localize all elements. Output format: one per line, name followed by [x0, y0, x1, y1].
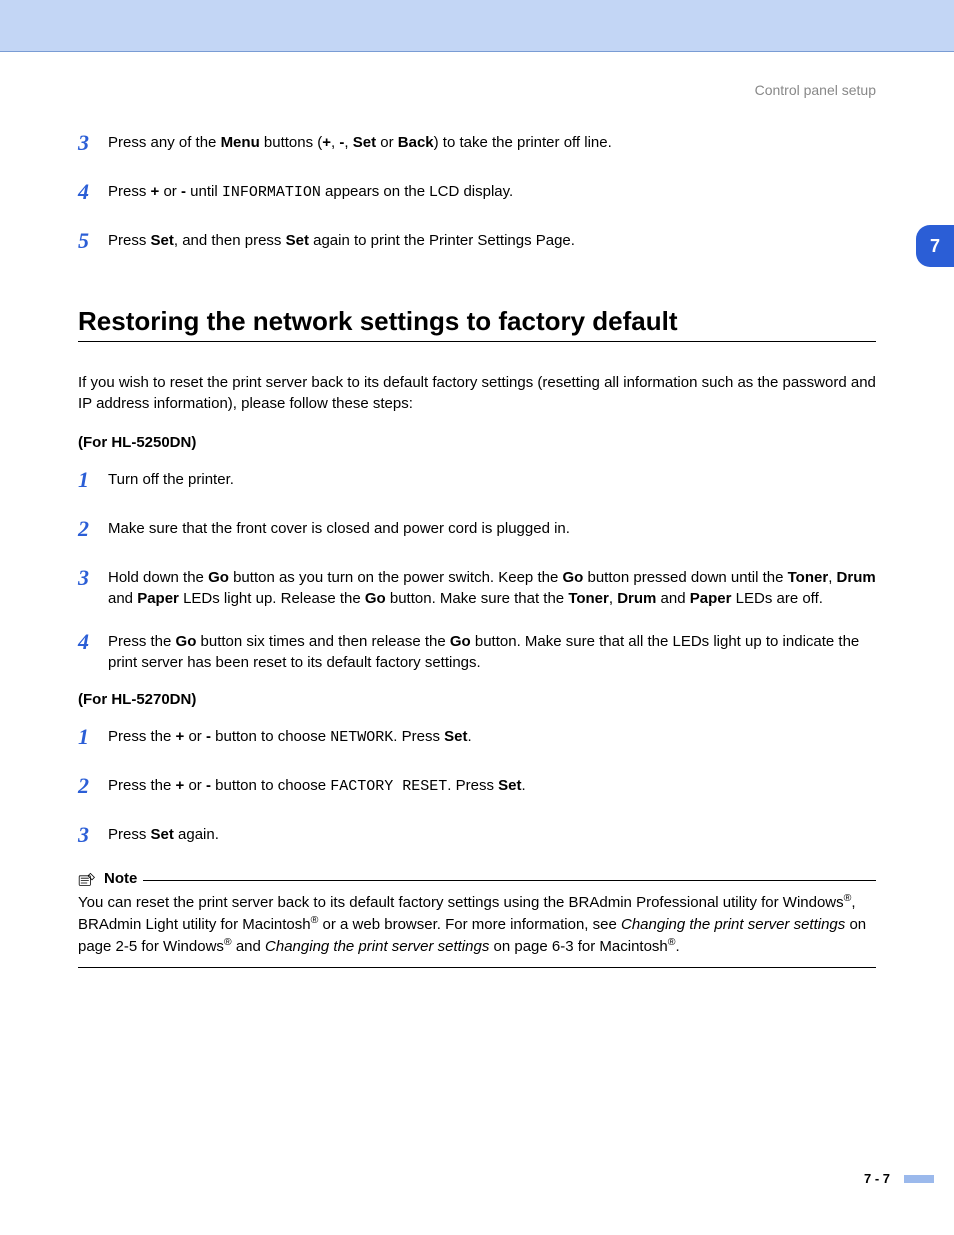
step-number: 5 — [78, 226, 108, 257]
subhead-5250: (For HL-5250DN) — [78, 434, 876, 451]
page-footer: 7 - 7 — [0, 1170, 954, 1187]
note-rule — [143, 880, 876, 881]
step-text: Press + or - until INFORMATION appears o… — [108, 177, 513, 208]
step-text: Make sure that the front cover is closed… — [108, 514, 570, 545]
step-number: 2 — [78, 771, 108, 802]
note-icon — [78, 871, 98, 887]
chapter-tab: 7 — [916, 225, 954, 267]
intro-paragraph: If you wish to reset the print server ba… — [78, 372, 876, 414]
step-item: 3Press Set again. — [78, 820, 876, 851]
note-box: Note You can reset the print server back… — [78, 870, 876, 968]
step-text: Press the + or - button to choose FACTOR… — [108, 771, 526, 802]
step-text: Press Set again. — [108, 820, 219, 851]
step-item: 5Press Set, and then press Set again to … — [78, 226, 876, 257]
page-number: 7 - 7 — [864, 1171, 904, 1186]
step-number: 2 — [78, 514, 108, 545]
step-text: Press the Go button six times and then r… — [108, 627, 876, 673]
step-item: 2Make sure that the front cover is close… — [78, 514, 876, 545]
section-heading: Restoring the network settings to factor… — [78, 306, 876, 342]
step-number: 3 — [78, 128, 108, 159]
step-text: Turn off the printer. — [108, 465, 234, 496]
footer-accent — [904, 1175, 934, 1183]
top-steps: 3Press any of the Menu buttons (+, -, Se… — [78, 128, 876, 256]
step-item: 1Press the + or - button to choose NETWO… — [78, 722, 876, 753]
note-body: You can reset the print server back to i… — [78, 891, 876, 957]
step-number: 3 — [78, 820, 108, 851]
steps-5270: 1Press the + or - button to choose NETWO… — [78, 722, 876, 850]
step-number: 4 — [78, 627, 108, 673]
step-item: 4Press + or - until INFORMATION appears … — [78, 177, 876, 208]
step-text: Hold down the Go button as you turn on t… — [108, 563, 876, 609]
step-item: 3Press any of the Menu buttons (+, -, Se… — [78, 128, 876, 159]
top-bar — [0, 0, 954, 52]
step-item: 4Press the Go button six times and then … — [78, 627, 876, 673]
note-label: Note — [104, 870, 137, 887]
step-number: 1 — [78, 722, 108, 753]
step-number: 1 — [78, 465, 108, 496]
page-content: 3Press any of the Menu buttons (+, -, Se… — [0, 98, 954, 968]
step-text: Press the + or - button to choose NETWOR… — [108, 722, 472, 753]
step-item: 2Press the + or - button to choose FACTO… — [78, 771, 876, 802]
header-breadcrumb: Control panel setup — [0, 52, 954, 98]
step-text: Press any of the Menu buttons (+, -, Set… — [108, 128, 612, 159]
step-number: 3 — [78, 563, 108, 609]
step-text: Press Set, and then press Set again to p… — [108, 226, 575, 257]
steps-5250: 1Turn off the printer.2Make sure that th… — [78, 465, 876, 673]
step-item: 1Turn off the printer. — [78, 465, 876, 496]
step-item: 3Hold down the Go button as you turn on … — [78, 563, 876, 609]
subhead-5270: (For HL-5270DN) — [78, 691, 876, 708]
step-number: 4 — [78, 177, 108, 208]
